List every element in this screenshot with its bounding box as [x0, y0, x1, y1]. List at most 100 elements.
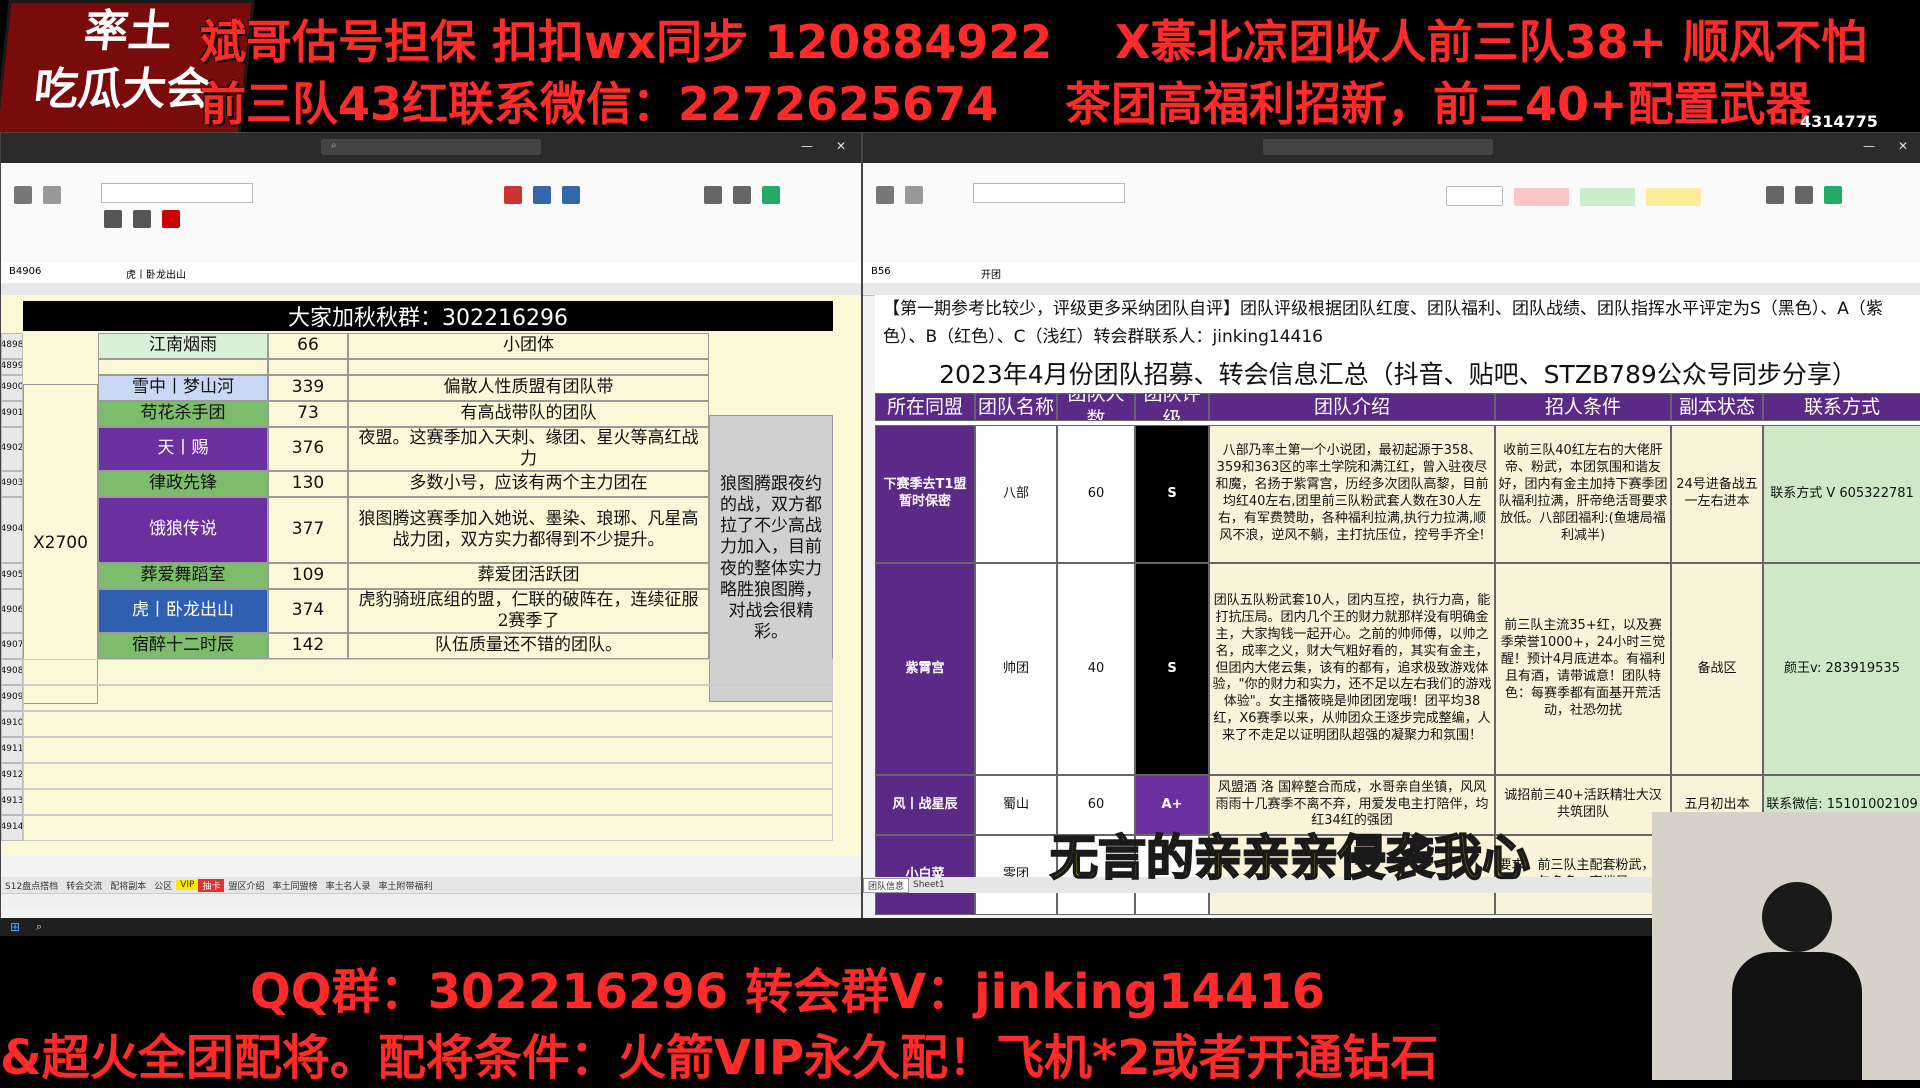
- member-count-cell[interactable]: 130: [268, 471, 348, 497]
- member-count-cell[interactable]: [268, 359, 348, 375]
- sheet-tab[interactable]: S12盘点搭档: [1, 879, 62, 892]
- team-size-cell[interactable]: 40: [1057, 563, 1135, 775]
- member-count-cell[interactable]: 377: [268, 497, 348, 563]
- member-count-cell[interactable]: 73: [268, 401, 348, 427]
- paste-icon[interactable]: [876, 186, 894, 204]
- style-good-icon[interactable]: [1580, 188, 1636, 206]
- italic-icon[interactable]: [133, 210, 152, 228]
- empty-row[interactable]: [23, 737, 833, 763]
- sheet-tab[interactable]: 率土附带福利: [375, 879, 437, 892]
- alliance-name-cell[interactable]: [98, 359, 268, 375]
- team-intro-cell[interactable]: 团队五队粉武套10人，团内互控，执行力高，能打抗压局。团内几个王的财力就那样没有…: [1209, 563, 1495, 775]
- bold-icon[interactable]: [104, 210, 122, 228]
- team-contact-cell[interactable]: 颜王v: 283919535: [1763, 563, 1920, 775]
- empty-row[interactable]: [23, 685, 833, 711]
- sheet-tab[interactable]: 率土名人录: [322, 879, 375, 892]
- column-header[interactable]: 副本状态: [1671, 393, 1763, 421]
- alliance-description-cell[interactable]: 虎豹骑班底组的盟，仁联的破阵在，连续征服2赛季了: [348, 589, 709, 633]
- member-count-cell[interactable]: 66: [268, 333, 348, 359]
- alliance-name-cell[interactable]: 饿狼传说: [98, 497, 268, 563]
- sheet-tab[interactable]: 转会交流: [62, 879, 106, 892]
- name-box[interactable]: B56: [871, 266, 891, 277]
- team-alliance-cell[interactable]: 小白菜: [875, 835, 975, 915]
- cell-style-icon[interactable]: [562, 186, 581, 204]
- close-icon[interactable]: ✕: [1898, 139, 1908, 153]
- formula-input[interactable]: 虎丨卧龙出山: [126, 266, 186, 281]
- alliance-name-cell[interactable]: 雪中丨梦山河: [98, 375, 268, 401]
- table-format-icon[interactable]: [533, 186, 552, 204]
- style-bad-icon[interactable]: [1514, 188, 1570, 206]
- font-color-icon[interactable]: [162, 210, 181, 228]
- search-box-right[interactable]: [1263, 139, 1493, 155]
- analyze-icon[interactable]: [762, 186, 781, 204]
- team-req-cell[interactable]: 收前三队40红左右的大佬肝帝、粉武，本团氛围和谐友好，团内有金主加持下赛季团队福…: [1495, 425, 1671, 563]
- empty-row[interactable]: [23, 711, 833, 737]
- member-count-cell[interactable]: 376: [268, 427, 348, 471]
- team-team-cell[interactable]: 零团: [975, 835, 1057, 915]
- team-req-cell[interactable]: 前三队主流35+红，以及赛季荣誉1000+，24小时三觉醒！预计4月底进本。有福…: [1495, 563, 1671, 775]
- alliance-name-cell[interactable]: 律政先锋: [98, 471, 268, 497]
- find-select-icon[interactable]: [1795, 186, 1814, 204]
- sheet-tab[interactable]: 率土同盟榜: [269, 879, 322, 892]
- alliance-description-cell[interactable]: 葬爱团活跃团: [348, 563, 709, 589]
- team-grade-cell[interactable]: S: [1135, 563, 1209, 775]
- font-name-select[interactable]: [101, 183, 253, 203]
- minimize-icon[interactable]: —: [801, 139, 813, 153]
- alliance-description-cell[interactable]: 队伍质量还不错的团队。: [348, 633, 709, 659]
- member-count-cell[interactable]: 142: [268, 633, 348, 659]
- alliance-name-cell[interactable]: 江南烟雨: [98, 333, 268, 359]
- alliance-name-cell[interactable]: 宿醉十二时辰: [98, 633, 268, 659]
- find-select-icon[interactable]: [733, 186, 752, 204]
- team-team-cell[interactable]: 蜀山: [975, 775, 1057, 835]
- conditional-format-icon[interactable]: [504, 186, 522, 204]
- sort-filter-icon[interactable]: [1766, 186, 1784, 204]
- team-alliance-cell[interactable]: 风丨战星辰: [875, 775, 975, 835]
- column-header[interactable]: 招人条件: [1495, 393, 1671, 421]
- alliance-description-cell[interactable]: 偏散人性质盟有团队带: [348, 375, 709, 401]
- alliance-description-cell[interactable]: 狼图腾这赛季加入她说、墨染、琅琊、凡星高战力团，双方实力都得到不少提升。: [348, 497, 709, 563]
- close-icon[interactable]: ✕: [836, 139, 846, 153]
- team-alliance-cell[interactable]: 下赛季去T1盟 暂时保密: [875, 425, 975, 563]
- sheet-tab[interactable]: Sheet1: [909, 880, 949, 890]
- column-header[interactable]: 联系方式: [1763, 393, 1920, 421]
- alliance-description-cell[interactable]: [348, 359, 709, 375]
- alliance-name-cell[interactable]: 虎丨卧龙出山: [98, 589, 268, 633]
- style-neutral-icon[interactable]: [1646, 188, 1702, 206]
- analyze-icon[interactable]: [1824, 186, 1843, 204]
- team-contact-cell[interactable]: 联系方式 V 605322781: [1763, 425, 1920, 563]
- sheet-tab[interactable]: 盟区介绍: [224, 879, 268, 892]
- team-status-cell[interactable]: 备战区: [1671, 563, 1763, 775]
- windows-start-icon[interactable]: ⊞: [10, 920, 20, 934]
- column-header[interactable]: 团队评级: [1135, 393, 1209, 421]
- column-header[interactable]: 所在同盟: [875, 393, 975, 421]
- empty-row[interactable]: [23, 789, 833, 815]
- column-header[interactable]: 团队介绍: [1209, 393, 1495, 421]
- team-size-cell[interactable]: 60: [1057, 425, 1135, 563]
- member-count-cell[interactable]: 109: [268, 563, 348, 589]
- alliance-description-cell[interactable]: 有高战带队的团队: [348, 401, 709, 427]
- team-alliance-cell[interactable]: 紫霄宫: [875, 563, 975, 775]
- alliance-description-cell[interactable]: 多数小号，应该有两个主力团在: [348, 471, 709, 497]
- team-status-cell[interactable]: 24号进备战五一左右进本: [1671, 425, 1763, 563]
- team-grade-cell[interactable]: S: [1135, 425, 1209, 563]
- sheet-tab[interactable]: 抽卡: [198, 878, 225, 892]
- alliance-name-cell[interactable]: 葬爱舞蹈室: [98, 563, 268, 589]
- formula-input[interactable]: 开团: [981, 266, 1001, 281]
- alliance-name-cell[interactable]: 天丨赐: [98, 427, 268, 471]
- search-icon[interactable]: ⌕: [36, 920, 42, 934]
- search-box[interactable]: [321, 139, 541, 155]
- group-label-cell[interactable]: X2700: [23, 384, 98, 704]
- minimize-icon[interactable]: —: [1863, 139, 1875, 153]
- empty-row[interactable]: [23, 763, 833, 789]
- cut-icon[interactable]: [905, 186, 924, 204]
- alliance-name-cell[interactable]: 苟花杀手团: [98, 401, 268, 427]
- team-intro-cell[interactable]: 八部乃率土第一个小说团，最初起源于358、359和363区的率土学院和满江红，曾…: [1209, 425, 1495, 563]
- member-count-cell[interactable]: 339: [268, 375, 348, 401]
- team-team-cell[interactable]: 帅团: [975, 563, 1057, 775]
- alliance-description-cell[interactable]: 夜盟。这赛季加入天刺、缘团、星火等高红战力: [348, 427, 709, 471]
- sheet-tab[interactable]: 配将副本: [106, 879, 150, 892]
- member-count-cell[interactable]: 374: [268, 589, 348, 633]
- sort-filter-icon[interactable]: [704, 186, 722, 204]
- style-normal-icon[interactable]: [1446, 186, 1503, 206]
- empty-row[interactable]: [23, 659, 833, 685]
